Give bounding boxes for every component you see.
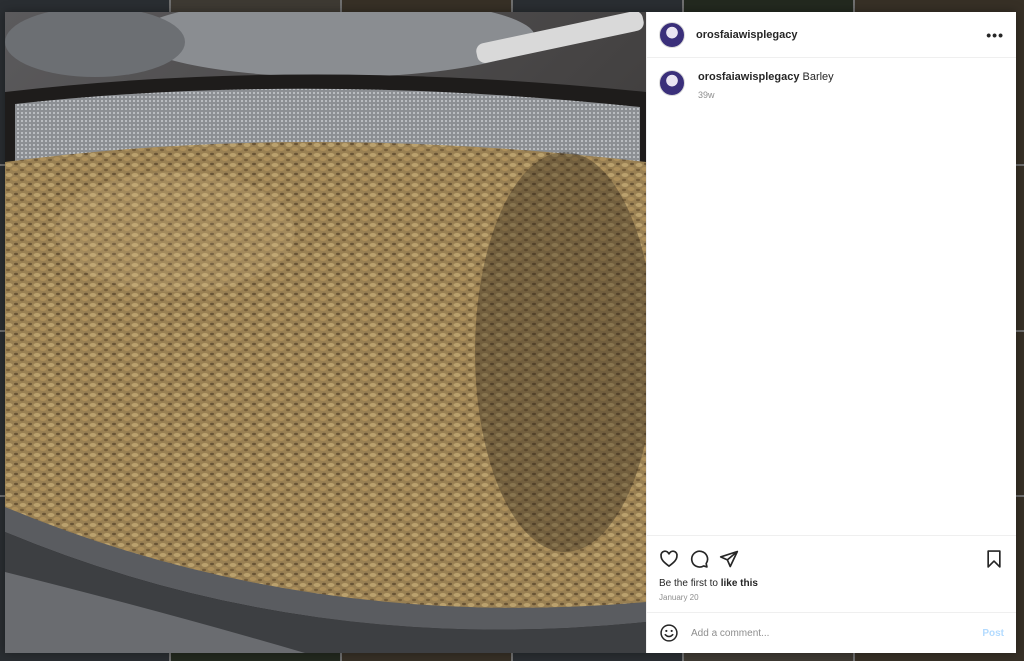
- likes-prefix: Be the first to: [659, 578, 721, 589]
- caption-username[interactable]: orosfaiawisplegacy: [698, 71, 800, 83]
- caption-row: orosfaiawisplegacy Barley 39w: [659, 70, 1004, 102]
- comments-section: orosfaiawisplegacy Barley 39w: [647, 58, 1016, 535]
- caption-timestamp[interactable]: 39w: [698, 88, 834, 102]
- post-photo: [5, 12, 646, 653]
- heart-icon[interactable]: [659, 549, 679, 569]
- caption-text: Barley: [802, 71, 834, 83]
- like-this-link[interactable]: like this: [721, 578, 758, 589]
- paper-plane-icon[interactable]: [719, 549, 739, 569]
- caption-body: orosfaiawisplegacy Barley 39w: [698, 70, 834, 102]
- comment-box: Post: [647, 612, 1016, 653]
- post-button[interactable]: Post: [982, 628, 1004, 639]
- avatar[interactable]: [659, 21, 685, 48]
- post-modal: orosfaiawisplegacy ••• orosfaiawisplegac…: [5, 12, 1016, 653]
- bookmark-icon[interactable]: [984, 549, 1004, 569]
- post-sidebar: orosfaiawisplegacy ••• orosfaiawisplegac…: [646, 12, 1016, 653]
- post-actions: Be the first to like this January 20: [647, 535, 1016, 612]
- post-date[interactable]: January 20: [659, 593, 1004, 612]
- comment-input[interactable]: [689, 626, 983, 640]
- barley-photo: [5, 12, 646, 653]
- comment-bubble-icon[interactable]: [689, 549, 709, 569]
- post-header: orosfaiawisplegacy •••: [647, 12, 1016, 58]
- more-options-icon[interactable]: •••: [986, 27, 1004, 43]
- header-username[interactable]: orosfaiawisplegacy: [696, 29, 798, 41]
- smiley-icon[interactable]: [659, 623, 679, 643]
- caption-avatar[interactable]: [659, 70, 685, 96]
- likes-line: Be the first to like this: [659, 578, 1004, 589]
- action-icons: [659, 544, 1004, 574]
